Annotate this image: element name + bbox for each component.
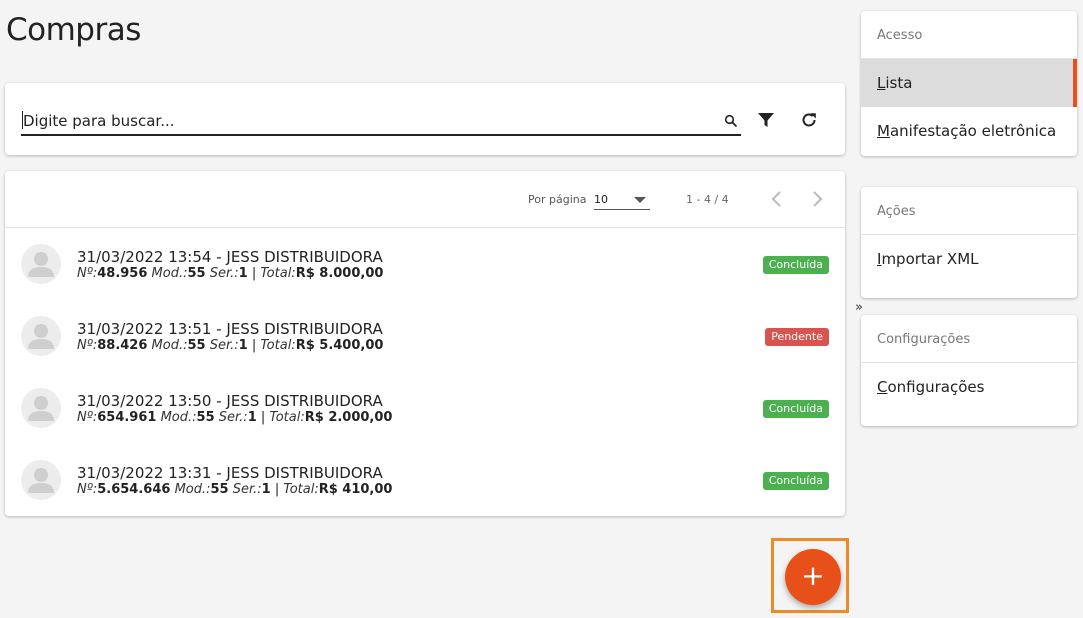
add-purchase-button[interactable]: +: [785, 549, 841, 605]
avatar-person-icon: [21, 460, 61, 500]
sidebar-section-header: Configurações: [861, 315, 1077, 363]
purchase-title: 31/03/2022 13:50 - JESS DISTRIBUIDORA: [77, 392, 383, 410]
sidebar-item[interactable]: Manifestação eletrônica: [861, 107, 1077, 155]
refresh-icon[interactable]: [800, 111, 818, 129]
avatar-person-icon: [21, 388, 61, 428]
search-input[interactable]: [21, 108, 741, 136]
text-cursor: [22, 111, 23, 129]
sidebar-section-header: Ações: [861, 187, 1077, 235]
per-page-select[interactable]: 10: [594, 189, 650, 210]
status-badge: Concluída: [762, 256, 829, 274]
chevron-left-icon[interactable]: [767, 189, 787, 209]
avatar-person-icon: [21, 244, 61, 284]
list-item[interactable]: 31/03/2022 13:50 - JESS DISTRIBUIDORA Nº:…: [5, 372, 845, 444]
status-badge: Pendente: [765, 328, 829, 346]
per-page-value: 10: [594, 193, 608, 206]
page-title: Compras: [6, 12, 141, 48]
search-card: [5, 83, 845, 155]
per-page-label: Por página: [528, 193, 587, 206]
sidebar-section: Acesso Lista Manifestação eletrônica: [861, 11, 1077, 156]
sidebar-item[interactable]: Configurações: [861, 363, 1077, 411]
chevron-right-icon[interactable]: [807, 189, 827, 209]
purchase-details: Nº:88.426 Mod.:55 Ser.:1 | Total:R$ 5.40…: [77, 338, 384, 353]
sidebar-section: Configurações Configurações: [861, 315, 1077, 426]
collapse-sidebar-button[interactable]: »: [855, 300, 863, 315]
list-item[interactable]: 31/03/2022 13:31 - JESS DISTRIBUIDORA Nº:…: [5, 444, 845, 516]
status-badge: Concluída: [762, 472, 829, 490]
purchase-details: Nº:48.956 Mod.:55 Ser.:1 | Total:R$ 8.00…: [77, 266, 384, 281]
sidebar-section-header: Acesso: [861, 11, 1077, 59]
search-icon[interactable]: [724, 114, 738, 128]
list-item[interactable]: 31/03/2022 13:51 - JESS DISTRIBUIDORA Nº:…: [5, 300, 845, 372]
fab-highlight: +: [771, 538, 849, 613]
list-item[interactable]: 31/03/2022 13:54 - JESS DISTRIBUIDORA Nº:…: [5, 228, 845, 300]
purchase-details: Nº:654.961 Mod.:55 Ser.:1 | Total:R$ 2.0…: [77, 410, 393, 425]
pagination-bar: Por página 10 1 - 4 / 4: [5, 171, 845, 228]
chevron-down-icon: [634, 197, 646, 203]
purchases-list-card: Por página 10 1 - 4 / 4 31/03/2022 13:54…: [5, 171, 845, 516]
pagination-range: 1 - 4 / 4: [686, 193, 729, 206]
sidebar-item[interactable]: Importar XML: [861, 235, 1077, 283]
sidebar-item[interactable]: Lista: [861, 59, 1077, 107]
purchase-title: 31/03/2022 13:31 - JESS DISTRIBUIDORA: [77, 464, 383, 482]
plus-icon: +: [801, 559, 825, 592]
status-badge: Concluída: [762, 400, 829, 418]
sidebar-section: Ações Importar XML: [861, 187, 1077, 298]
avatar-person-icon: [21, 316, 61, 356]
filter-icon[interactable]: [757, 111, 775, 129]
purchase-title: 31/03/2022 13:54 - JESS DISTRIBUIDORA: [77, 248, 383, 266]
purchase-title: 31/03/2022 13:51 - JESS DISTRIBUIDORA: [77, 320, 383, 338]
purchase-details: Nº:5.654.646 Mod.:55 Ser.:1 | Total:R$ 4…: [77, 482, 393, 497]
